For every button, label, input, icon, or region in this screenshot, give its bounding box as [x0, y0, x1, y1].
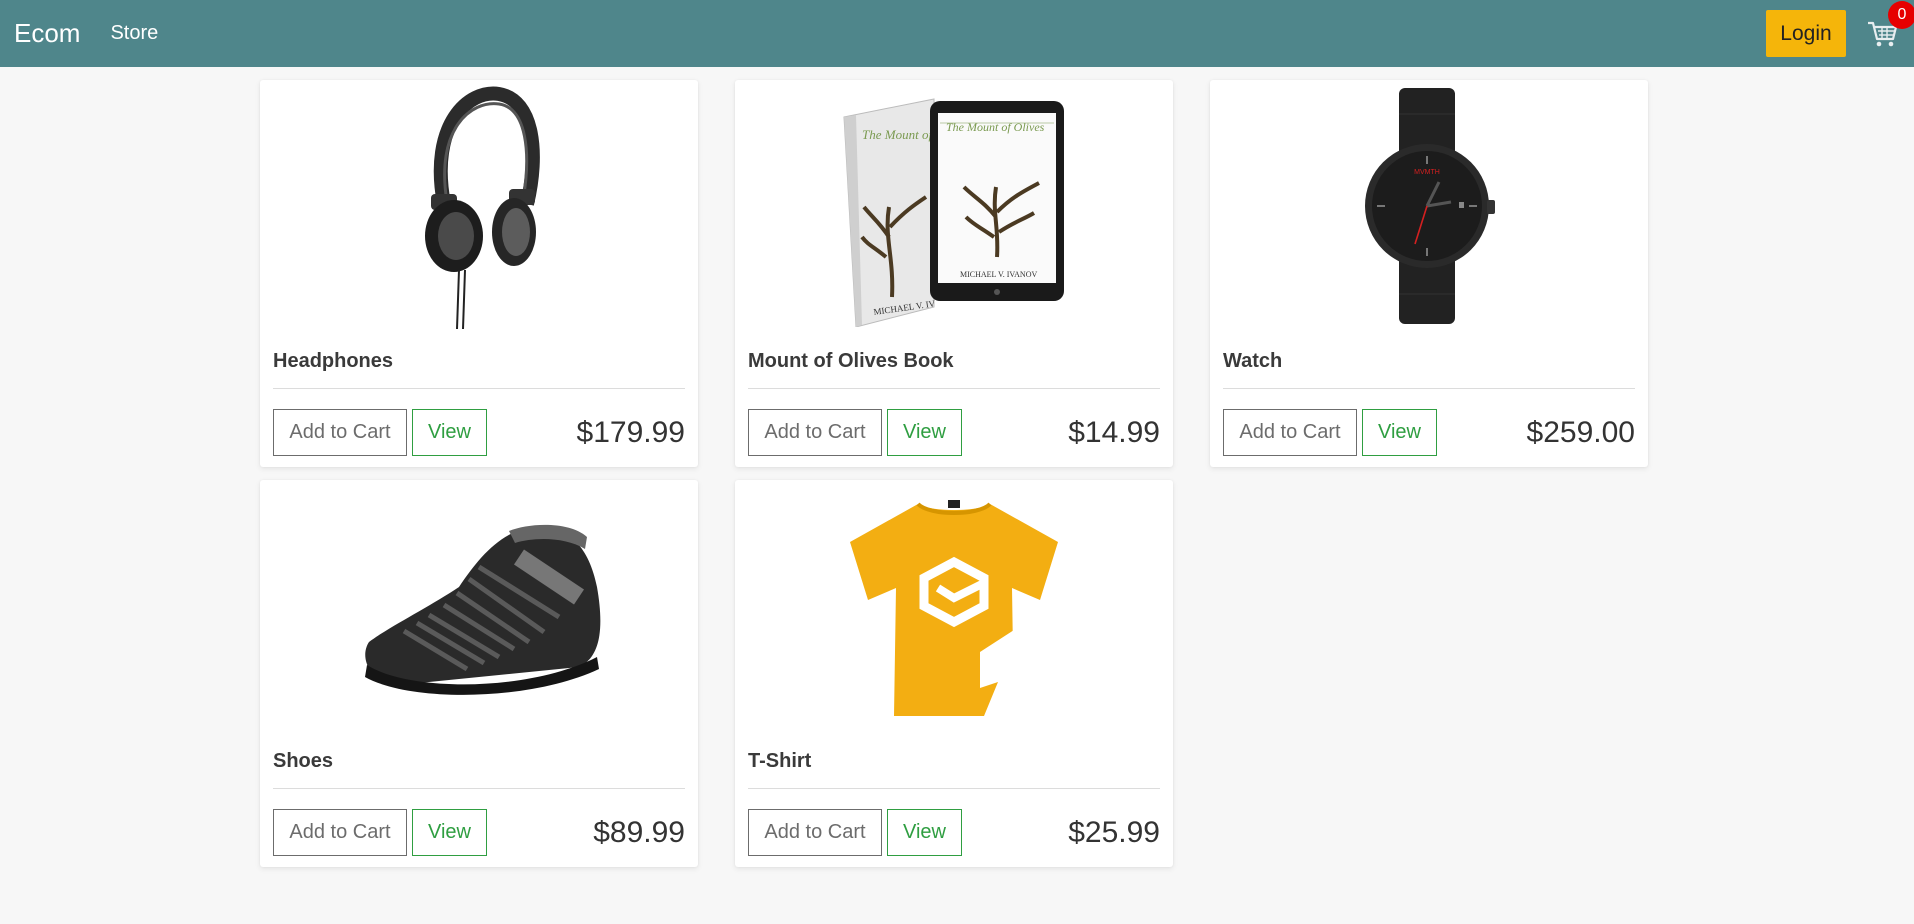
tshirt-image [850, 499, 1058, 716]
product-image[interactable]: MVMTH [1210, 80, 1648, 333]
nav-link-store[interactable]: Store [110, 22, 158, 45]
watch-image: MVMTH [1365, 88, 1495, 324]
card-actions: Add to Cart View $25.99 [735, 789, 1173, 856]
product-card: Headphones Add to Cart View $179.99 [260, 80, 698, 467]
watch-brand-label: MVMTH [1414, 169, 1440, 176]
headphones-image [425, 86, 540, 329]
product-card: MVMTH Watch Add to Cart View $259.00 [1210, 80, 1648, 467]
view-button[interactable]: View [887, 809, 962, 856]
product-title[interactable]: Watch [1210, 350, 1648, 380]
login-button[interactable]: Login [1766, 10, 1846, 57]
product-title[interactable]: T-Shirt [735, 750, 1173, 780]
svg-text:The Mount of: The Mount of [862, 127, 934, 142]
product-price: $179.99 [576, 415, 685, 449]
card-actions: Add to Cart View $259.00 [1210, 389, 1648, 456]
nav-right: Login 0 [1766, 0, 1914, 57]
svg-text:The Mount of Olives: The Mount of Olives [946, 120, 1045, 134]
view-button[interactable]: View [412, 409, 487, 456]
add-to-cart-button[interactable]: Add to Cart [748, 809, 882, 856]
product-image[interactable] [260, 80, 698, 333]
product-image[interactable]: The Mount of MICHAEL V. IV The Mount of … [735, 80, 1173, 333]
add-to-cart-button[interactable]: Add to Cart [1223, 409, 1357, 456]
product-title[interactable]: Mount of Olives Book [735, 350, 1173, 380]
card-actions: Add to Cart View $14.99 [735, 389, 1173, 456]
card-actions: Add to Cart View $179.99 [260, 389, 698, 456]
brand-logo[interactable]: Ecom [14, 18, 80, 49]
product-card: Shoes Add to Cart View $89.99 [260, 480, 698, 867]
top-navbar: Ecom Store Login 0 [0, 0, 1914, 67]
cart-count-badge: 0 [1888, 0, 1914, 29]
view-button[interactable]: View [1362, 409, 1437, 456]
product-card: The Mount of MICHAEL V. IV The Mount of … [735, 80, 1173, 467]
product-image[interactable] [260, 480, 698, 733]
view-button[interactable]: View [412, 809, 487, 856]
shoe-image [365, 524, 601, 695]
book-author-label: MICHAEL V. IVANOV [960, 270, 1037, 279]
book-image: The Mount of MICHAEL V. IV The Mount of … [843, 97, 1064, 327]
product-title[interactable]: Shoes [260, 750, 698, 780]
product-price: $14.99 [1068, 415, 1160, 449]
product-title[interactable]: Headphones [260, 350, 698, 380]
add-to-cart-button[interactable]: Add to Cart [748, 409, 882, 456]
product-image[interactable] [735, 480, 1173, 733]
product-price: $259.00 [1526, 415, 1635, 449]
view-button[interactable]: View [887, 409, 962, 456]
add-to-cart-button[interactable]: Add to Cart [273, 809, 407, 856]
product-price: $25.99 [1068, 815, 1160, 849]
product-card: T-Shirt Add to Cart View $25.99 [735, 480, 1173, 867]
card-actions: Add to Cart View $89.99 [260, 789, 698, 856]
add-to-cart-button[interactable]: Add to Cart [273, 409, 407, 456]
cart-button[interactable]: 0 [1866, 0, 1914, 51]
product-grid: Headphones Add to Cart View $179.99 The … [260, 80, 1648, 867]
product-price: $89.99 [593, 815, 685, 849]
